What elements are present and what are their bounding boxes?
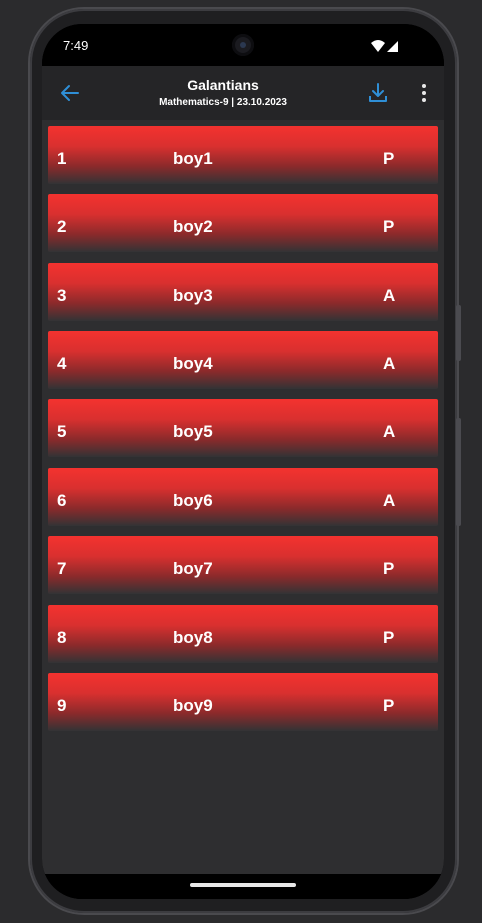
student-name: boy6 (173, 491, 213, 510)
row-number: 4 (57, 354, 67, 373)
attendance-row[interactable]: 9 boy9 P (48, 673, 438, 731)
attendance-status: A (383, 422, 396, 441)
student-name: boy3 (173, 286, 213, 305)
attendance-row[interactable]: 5 boy5 A (48, 399, 438, 457)
attendance-list: 1 boy1 P 2 boy2 P 3 boy3 A 4 boy4 A 5 bo… (42, 120, 444, 874)
row-number: 6 (57, 491, 67, 510)
attendance-row[interactable]: 6 boy6 A (48, 468, 438, 526)
student-name: boy8 (173, 628, 213, 647)
row-number: 8 (57, 628, 67, 647)
attendance-row[interactable]: 2 boy2 P (48, 194, 438, 252)
attendance-status: P (383, 149, 395, 168)
attendance-status: P (383, 217, 395, 236)
download-icon[interactable] (366, 81, 390, 105)
home-handle[interactable] (190, 883, 296, 887)
attendance-row[interactable]: 3 boy3 A (48, 263, 438, 321)
attendance-status: P (383, 696, 395, 715)
attendance-status: A (383, 286, 396, 305)
power-button (456, 305, 461, 361)
attendance-row[interactable]: 4 boy4 A (48, 331, 438, 389)
student-name: boy7 (173, 559, 213, 578)
row-number: 2 (57, 217, 67, 236)
attendance-row[interactable]: 7 boy7 P (48, 536, 438, 594)
attendance-row[interactable]: 8 boy8 P (48, 605, 438, 663)
row-number: 7 (57, 559, 67, 578)
app-bar: Galantians Mathematics-9 | 23.10.2023 (42, 66, 444, 120)
page-title: Galantians (187, 77, 259, 93)
row-number: 1 (57, 149, 67, 168)
more-vertical-icon[interactable] (412, 81, 436, 105)
status-time: 7:49 (63, 38, 89, 53)
screen: 7:49 Galantians Mathematics-9 | 23.10.20… (42, 24, 444, 899)
student-name: boy9 (173, 696, 213, 715)
status-bar: 7:49 (42, 24, 444, 66)
row-number: 5 (57, 422, 67, 441)
attendance-status: P (383, 559, 395, 578)
attendance-row[interactable]: 1 boy1 P (48, 126, 438, 184)
student-name: boy2 (173, 217, 213, 236)
wifi-signal-icon (371, 40, 398, 52)
volume-button (456, 418, 461, 526)
gesture-nav-bar (42, 874, 444, 899)
student-name: boy1 (173, 149, 213, 168)
student-name: boy4 (173, 354, 213, 373)
row-number: 9 (57, 696, 67, 715)
attendance-status: A (383, 491, 396, 510)
page-subtitle: Mathematics-9 | 23.10.2023 (159, 97, 287, 108)
student-name: boy5 (173, 422, 213, 441)
front-camera (232, 34, 254, 56)
attendance-status: A (383, 354, 396, 373)
attendance-status: P (383, 628, 395, 647)
row-number: 3 (57, 286, 67, 305)
